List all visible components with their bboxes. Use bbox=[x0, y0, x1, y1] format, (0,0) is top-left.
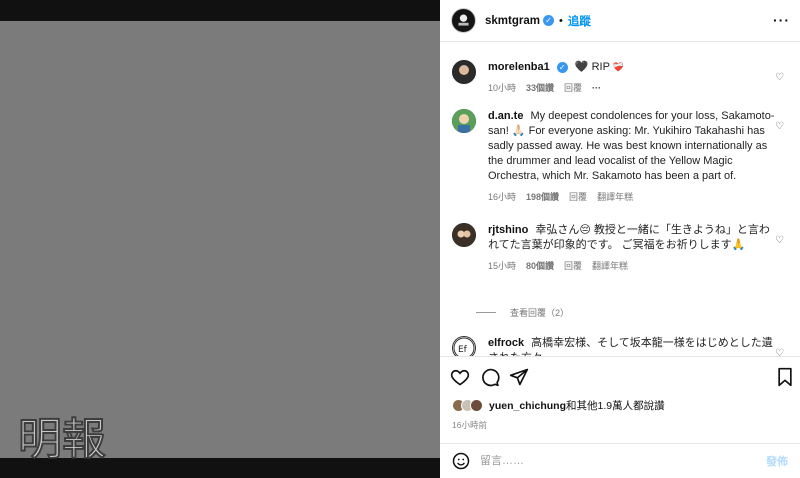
verified-badge-icon: ✓ bbox=[556, 61, 568, 73]
share-icon[interactable] bbox=[509, 367, 529, 387]
comment-icon[interactable] bbox=[480, 367, 500, 387]
heart-emoji: ❤️‍🩹 bbox=[612, 62, 624, 72]
verified-badge-icon: ✓ bbox=[542, 15, 554, 26]
comment-text: 高橋幸宏様、そして坂本龍一様をはじめとした遺された方々 bbox=[488, 337, 773, 356]
like-heart-icon[interactable]: ♡ bbox=[775, 72, 784, 83]
comment-time: 10小時 bbox=[488, 83, 517, 93]
svg-text:明報: 明報 bbox=[18, 414, 106, 465]
comment-text: 幸弘さん😔 教授と一緒に「生きようね」と言われてた言葉が印象的です。 ご冥福をお… bbox=[488, 224, 770, 251]
reply-link[interactable]: 回覆 bbox=[564, 259, 582, 274]
comment-likes[interactable]: 33個讚 bbox=[526, 81, 554, 96]
commenter-avatar[interactable] bbox=[452, 223, 476, 247]
like-heart-icon[interactable]: ♡ bbox=[775, 348, 784, 356]
translate-link[interactable]: 翻譯年糕 bbox=[592, 259, 628, 274]
comment-time: 15小時 bbox=[488, 261, 517, 271]
post-comment-button[interactable]: 發佈 bbox=[766, 453, 788, 469]
follow-button[interactable]: 追蹤 bbox=[568, 13, 591, 29]
replies-divider bbox=[476, 312, 496, 313]
comment-meta: 10小時 33個讚 回覆 ··· bbox=[488, 81, 778, 96]
ellipsis-icon[interactable]: ··· bbox=[773, 12, 790, 28]
comment-meta: 15小時 80個讚 回覆 翻譯年糕 bbox=[488, 259, 778, 274]
like-icon[interactable] bbox=[450, 367, 470, 387]
commenter-username[interactable]: d.an.te bbox=[488, 110, 523, 122]
comment-meta: 16小時 198個讚 回覆 翻譯年糕 bbox=[488, 190, 778, 205]
post-media[interactable] bbox=[0, 21, 440, 458]
commenter-username[interactable]: morelenba1 bbox=[488, 61, 550, 73]
comment-list[interactable]: morelenba1 ✓ 🖤 RIP ❤️‍🩹 10小時 33個讚 回覆 ··· … bbox=[440, 43, 800, 356]
translate-link[interactable]: 翻譯年糕 bbox=[597, 190, 633, 205]
comment-time: 16小時 bbox=[488, 192, 517, 202]
window: 明報 skmtgram ✓ • 追蹤 ··· morelenba1 ✓ 🖤 RI… bbox=[0, 0, 800, 478]
dot-separator: • bbox=[558, 14, 563, 27]
comment-likes[interactable]: 80個讚 bbox=[526, 259, 554, 274]
commenter-username[interactable]: elfrock bbox=[488, 337, 524, 349]
comment-text: My deepest condolences for your loss, Sa… bbox=[488, 110, 775, 182]
comment-input[interactable] bbox=[480, 455, 766, 467]
like-heart-icon[interactable]: ♡ bbox=[775, 121, 784, 132]
commenter-username[interactable]: rjtshino bbox=[488, 224, 528, 236]
liker-username[interactable]: yuen_chichung bbox=[489, 400, 566, 412]
author-avatar[interactable] bbox=[451, 8, 476, 33]
author-username[interactable]: skmtgram bbox=[485, 15, 540, 27]
post-actions bbox=[440, 356, 800, 396]
comment-more-icon[interactable]: ··· bbox=[592, 81, 601, 96]
view-replies-label: 查看回覆（2） bbox=[510, 308, 570, 318]
emoji-icon[interactable] bbox=[452, 452, 470, 470]
post-header: skmtgram ✓ • 追蹤 ··· bbox=[440, 0, 800, 42]
comment-composer: 發佈 bbox=[440, 443, 800, 478]
view-replies-button[interactable]: 查看回覆（2） bbox=[476, 306, 569, 319]
comment-text: 🖤 RIP bbox=[574, 61, 610, 73]
liker-avatar bbox=[470, 399, 483, 412]
svg-text:Ef: Ef bbox=[458, 345, 468, 355]
commenter-avatar[interactable]: Ef bbox=[452, 336, 476, 356]
commenter-avatar[interactable] bbox=[452, 109, 476, 133]
likes-summary[interactable]: yuen_chichung和其他1.9萬人都說讚 bbox=[452, 398, 665, 413]
comments-panel: skmtgram ✓ • 追蹤 ··· morelenba1 ✓ 🖤 RIP ❤️… bbox=[440, 0, 800, 478]
media-top-bar bbox=[0, 0, 440, 21]
save-bookmark-icon[interactable] bbox=[775, 367, 795, 387]
like-heart-icon[interactable]: ♡ bbox=[775, 235, 784, 246]
comment-likes[interactable]: 198個讚 bbox=[526, 190, 559, 205]
reply-link[interactable]: 回覆 bbox=[564, 81, 582, 96]
commenter-avatar[interactable] bbox=[452, 60, 476, 84]
likes-count-text[interactable]: 和其他1.9萬人都說讚 bbox=[566, 400, 665, 412]
reply-link[interactable]: 回覆 bbox=[569, 190, 587, 205]
watermark-logo: 明報 bbox=[18, 414, 107, 466]
post-timestamp: 16小時前 bbox=[452, 420, 487, 430]
